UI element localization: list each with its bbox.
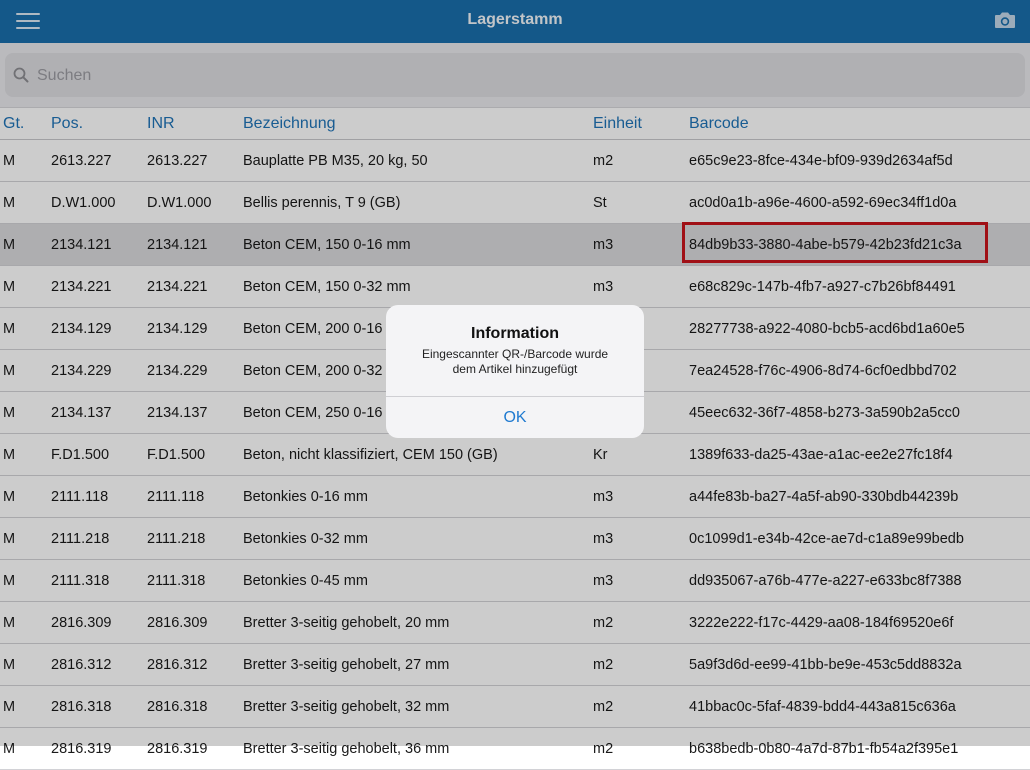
dialog-message-line-1: Eingescannter QR-/Barcode wurde — [421, 347, 609, 361]
dialog-ok-button[interactable]: OK — [386, 397, 644, 438]
information-dialog: Information Eingescannter QR-/Barcode wu… — [386, 305, 644, 438]
dialog-message-line-2: dem Artikel hinzugefügt — [452, 362, 578, 376]
dialog-message: Eingescannter QR-/Barcode wurde dem Arti… — [400, 347, 630, 377]
dialog-title: Information — [471, 325, 559, 342]
